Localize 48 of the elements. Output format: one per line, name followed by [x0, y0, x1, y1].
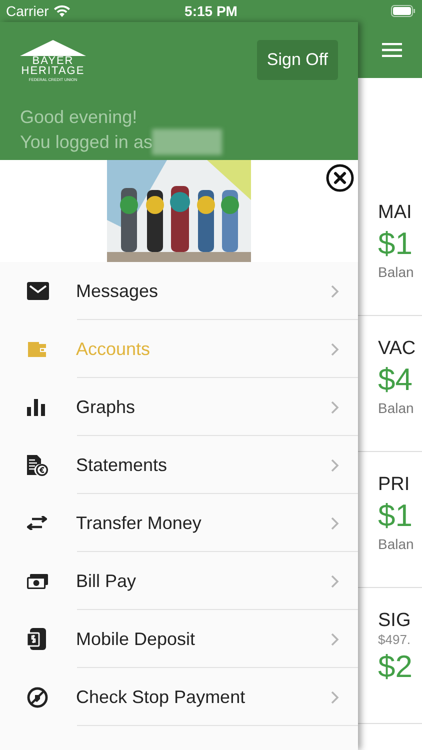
phone-dollar-icon [27, 628, 46, 650]
menu-item[interactable]: Graphs [0, 378, 358, 436]
transfer-arrows-icon [27, 516, 47, 530]
account-subtitle: $497. [378, 632, 412, 647]
redacted-name [152, 129, 222, 155]
banknote-icon [27, 574, 48, 588]
account-name: MAI [378, 202, 413, 224]
menu-item[interactable]: Messages [0, 262, 358, 320]
chevron-icon [331, 690, 339, 704]
menu-item[interactable]: Check Stop Payment [0, 668, 358, 726]
blocked-hand-icon [27, 686, 48, 708]
balance-label: Balan [378, 400, 415, 416]
menu-item[interactable]: Bill Pay [0, 552, 358, 610]
house-roof-icon [20, 40, 86, 56]
envelope-icon [27, 282, 49, 300]
logo-text: BAYER [32, 56, 74, 66]
chevron-icon [331, 458, 339, 472]
account-balance: $1 [378, 497, 414, 535]
wallet-icon [27, 340, 47, 358]
account-name: SIG [378, 610, 412, 632]
account-balance: $4 [378, 361, 414, 399]
document-icon [27, 454, 48, 476]
logo-text: HERITAGE [21, 66, 85, 76]
menu-item[interactable]: Statements [0, 436, 358, 494]
carrier-label: Carrier [6, 3, 49, 19]
chevron-icon [331, 632, 339, 646]
status-time: 5:15 PM [184, 3, 238, 19]
account-balance: $1 [378, 225, 414, 263]
chevron-icon [331, 342, 339, 356]
sign-off-button[interactable]: Sign Off [256, 40, 338, 80]
balance-label: Balan [378, 264, 415, 280]
chevron-icon [331, 400, 339, 414]
wifi-icon [54, 5, 70, 17]
balance-label: Balan [378, 536, 415, 552]
menu-item[interactable]: Transfer Money [0, 494, 358, 552]
greeting-text: Good evening! [20, 106, 138, 129]
battery-icon [391, 5, 415, 17]
login-text: You logged in as [20, 131, 152, 154]
account-balance: $2 [378, 648, 414, 686]
chevron-icon [331, 284, 339, 298]
account-name: VAC [378, 338, 417, 360]
account-name: PRI [378, 474, 411, 496]
chevron-icon [331, 516, 339, 530]
chevron-icon [331, 574, 339, 588]
close-icon[interactable] [326, 164, 354, 192]
menu-icon[interactable] [382, 43, 402, 57]
menu-item[interactable]: Mobile Deposit [0, 610, 358, 668]
bar-chart-icon [27, 398, 45, 416]
